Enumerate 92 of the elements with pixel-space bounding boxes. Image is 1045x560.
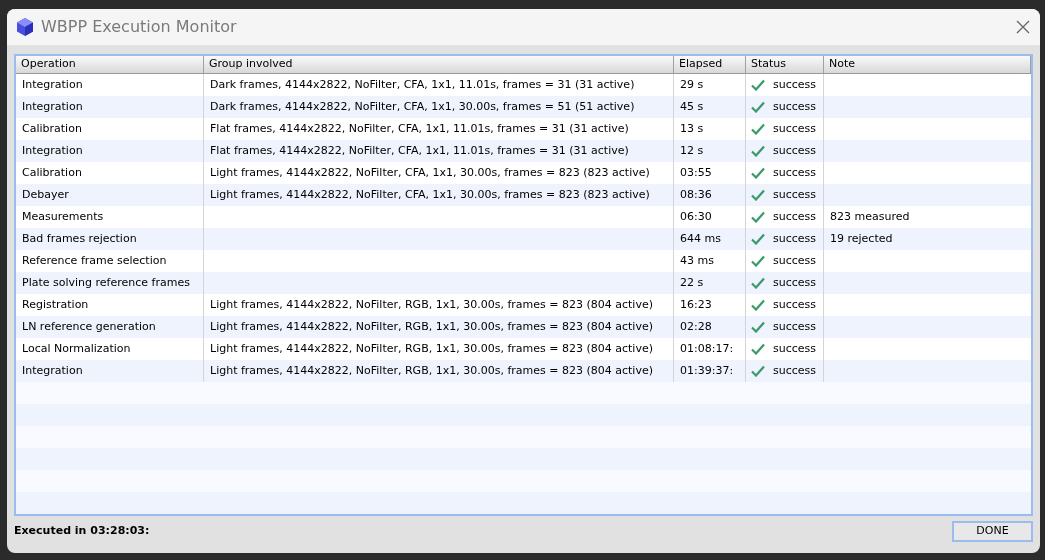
operation-cell-text: Local Normalization bbox=[22, 340, 131, 357]
table-row[interactable]: Reference frame selection 43 ms success bbox=[16, 250, 1031, 272]
column-header[interactable]: Elapsed bbox=[674, 56, 746, 73]
check-icon bbox=[751, 233, 765, 245]
elapsed-cell-text: 16:23 bbox=[680, 296, 712, 313]
check-icon bbox=[751, 123, 765, 135]
group-cell-text: Dark frames, 4144x2822, NoFilter, CFA, 1x1, 11.01s, frames = 31 (31 active) bbox=[210, 76, 635, 93]
check-icon bbox=[751, 167, 765, 179]
table-row[interactable]: Integration Light frames, 4144x2822, NoFilter, RGB, 1x1, 30.00s, frames = 823 (804 active) 01:39:37: success bbox=[16, 360, 1031, 382]
app-logo-icon bbox=[17, 18, 33, 36]
elapsed-cell-text: 22 s bbox=[680, 274, 704, 291]
check-icon bbox=[751, 365, 765, 377]
elapsed-cell-text: 06:30 bbox=[680, 208, 712, 225]
status-cell-text: success bbox=[773, 296, 817, 313]
group-cell-text: Light frames, 4144x2822, NoFilter, RGB, 1x1, 30.00s, frames = 823 (804 active) bbox=[210, 340, 653, 357]
check-icon bbox=[751, 101, 765, 113]
table-row[interactable]: Integration Flat frames, 4144x2822, NoFilter, CFA, 1x1, 11.01s, frames = 31 (31 active) 12 s success bbox=[16, 140, 1031, 162]
table-row[interactable]: Integration Dark frames, 4144x2822, NoFilter, CFA, 1x1, 30.00s, frames = 51 (51 active) 45 s success bbox=[16, 96, 1031, 118]
group-cell-text: Light frames, 4144x2822, NoFilter, CFA, 1x1, 30.00s, frames = 823 (823 active) bbox=[210, 164, 650, 181]
check-icon bbox=[751, 211, 765, 223]
column-header[interactable]: Status bbox=[746, 56, 824, 73]
table-row[interactable]: LN reference generation Light frames, 4144x2822, NoFilter, RGB, 1x1, 30.00s, frames = 823 (804 active) 02:28 success bbox=[16, 316, 1031, 338]
operation-cell-text: LN reference generation bbox=[22, 318, 156, 335]
note-cell-text: 19 rejected bbox=[830, 230, 893, 247]
elapsed-cell-text: 644 ms bbox=[680, 230, 721, 247]
operation-cell-text: Measurements bbox=[22, 208, 104, 225]
check-icon bbox=[751, 189, 765, 201]
check-icon bbox=[751, 255, 765, 267]
operation-cell-text: Debayer bbox=[22, 186, 69, 203]
group-cell-text: Light frames, 4144x2822, NoFilter, RGB, 1x1, 30.00s, frames = 823 (804 active) bbox=[210, 318, 653, 335]
check-icon bbox=[751, 79, 765, 91]
group-cell-text: Flat frames, 4144x2822, NoFilter, CFA, 1x1, 11.01s, frames = 31 (31 active) bbox=[210, 120, 629, 137]
table-row[interactable]: Calibration Flat frames, 4144x2822, NoFilter, CFA, 1x1, 11.01s, frames = 31 (31 active) 13 s success bbox=[16, 118, 1031, 140]
operation-cell-text: Bad frames rejection bbox=[22, 230, 137, 247]
table-row[interactable]: Plate solving reference frames 22 s success bbox=[16, 272, 1031, 294]
operation-cell-text: Integration bbox=[22, 142, 83, 159]
elapsed-cell-text: 29 s bbox=[680, 76, 704, 93]
status-cell-text: success bbox=[773, 142, 817, 159]
group-cell-text: Dark frames, 4144x2822, NoFilter, CFA, 1x1, 30.00s, frames = 51 (51 active) bbox=[210, 98, 635, 115]
status-cell-text: success bbox=[773, 230, 817, 247]
check-icon bbox=[751, 277, 765, 289]
status-cell-text: success bbox=[773, 76, 817, 93]
operation-cell-text: Integration bbox=[22, 98, 83, 115]
group-cell-text: Light frames, 4144x2822, NoFilter, CFA, 1x1, 30.00s, frames = 823 (823 active) bbox=[210, 186, 650, 203]
elapsed-cell-text: 02:28 bbox=[680, 318, 712, 335]
elapsed-cell-text: 08:36 bbox=[680, 186, 712, 203]
table-row[interactable]: Debayer Light frames, 4144x2822, NoFilter, CFA, 1x1, 30.00s, frames = 823 (823 active) 08:36 success bbox=[16, 184, 1031, 206]
status-cell-text: success bbox=[773, 252, 817, 269]
status-cell-text: success bbox=[773, 164, 817, 181]
column-header[interactable]: Group involved bbox=[204, 56, 674, 73]
column-header[interactable]: Operation bbox=[16, 56, 204, 73]
elapsed-cell-text: 12 s bbox=[680, 142, 704, 159]
operation-cell-text: Integration bbox=[22, 76, 83, 93]
column-header[interactable]: Note bbox=[824, 56, 1031, 73]
status-cell-text: success bbox=[773, 274, 817, 291]
operation-cell-text: Registration bbox=[22, 296, 89, 313]
table-row[interactable]: Integration Dark frames, 4144x2822, NoFilter, CFA, 1x1, 11.01s, frames = 31 (31 active) 29 s success bbox=[16, 74, 1031, 96]
group-cell-text: Light frames, 4144x2822, NoFilter, RGB, 1x1, 30.00s, frames = 823 (804 active) bbox=[210, 296, 653, 313]
check-icon bbox=[751, 145, 765, 157]
window-title: WBPP Execution Monitor bbox=[41, 16, 237, 38]
status-cell-text: success bbox=[773, 362, 817, 379]
group-cell-text: Light frames, 4144x2822, NoFilter, RGB, 1x1, 30.00s, frames = 823 (804 active) bbox=[210, 362, 653, 379]
status-cell-text: success bbox=[773, 186, 817, 203]
operation-cell-text: Reference frame selection bbox=[22, 252, 167, 269]
status-cell-text: success bbox=[773, 318, 817, 335]
operation-cell-text: Calibration bbox=[22, 120, 82, 137]
table-row[interactable]: Local Normalization Light frames, 4144x2822, NoFilter, RGB, 1x1, 30.00s, frames = 823 (804 active) 01:08:17: success bbox=[16, 338, 1031, 360]
status-cell-text: success bbox=[773, 208, 817, 225]
group-cell-text: Flat frames, 4144x2822, NoFilter, CFA, 1x1, 11.01s, frames = 31 (31 active) bbox=[210, 142, 629, 159]
elapsed-cell-text: 01:39:37: bbox=[680, 362, 734, 379]
check-icon bbox=[751, 299, 765, 311]
table-row[interactable]: Measurements 06:30 success 823 measured bbox=[16, 206, 1031, 228]
check-icon bbox=[751, 343, 765, 355]
status-cell-text: success bbox=[773, 340, 817, 357]
table-row[interactable]: Bad frames rejection 644 ms success 19 rejected bbox=[16, 228, 1031, 250]
elapsed-cell-text: 43 ms bbox=[680, 252, 714, 269]
execution-summary: Executed in 03:28:03: bbox=[14, 523, 150, 540]
elapsed-cell-text: 01:08:17: bbox=[680, 340, 734, 357]
status-cell-text: success bbox=[773, 98, 817, 115]
check-icon bbox=[751, 321, 765, 333]
table-row[interactable]: Calibration Light frames, 4144x2822, NoFilter, CFA, 1x1, 30.00s, frames = 823 (823 active) 03:55 success bbox=[16, 162, 1031, 184]
elapsed-cell-text: 03:55 bbox=[680, 164, 712, 181]
status-cell-text: success bbox=[773, 120, 817, 137]
operation-cell-text: Plate solving reference frames bbox=[22, 274, 190, 291]
table-row[interactable]: Registration Light frames, 4144x2822, NoFilter, RGB, 1x1, 30.00s, frames = 823 (804 active) 16:23 success bbox=[16, 294, 1031, 316]
done-button[interactable]: DONE bbox=[952, 521, 1033, 542]
elapsed-cell-text: 45 s bbox=[680, 98, 704, 115]
operation-cell-text: Integration bbox=[22, 362, 83, 379]
elapsed-cell-text: 13 s bbox=[680, 120, 704, 137]
operation-cell-text: Calibration bbox=[22, 164, 82, 181]
note-cell-text: 823 measured bbox=[830, 208, 910, 225]
close-icon[interactable] bbox=[1016, 20, 1030, 34]
